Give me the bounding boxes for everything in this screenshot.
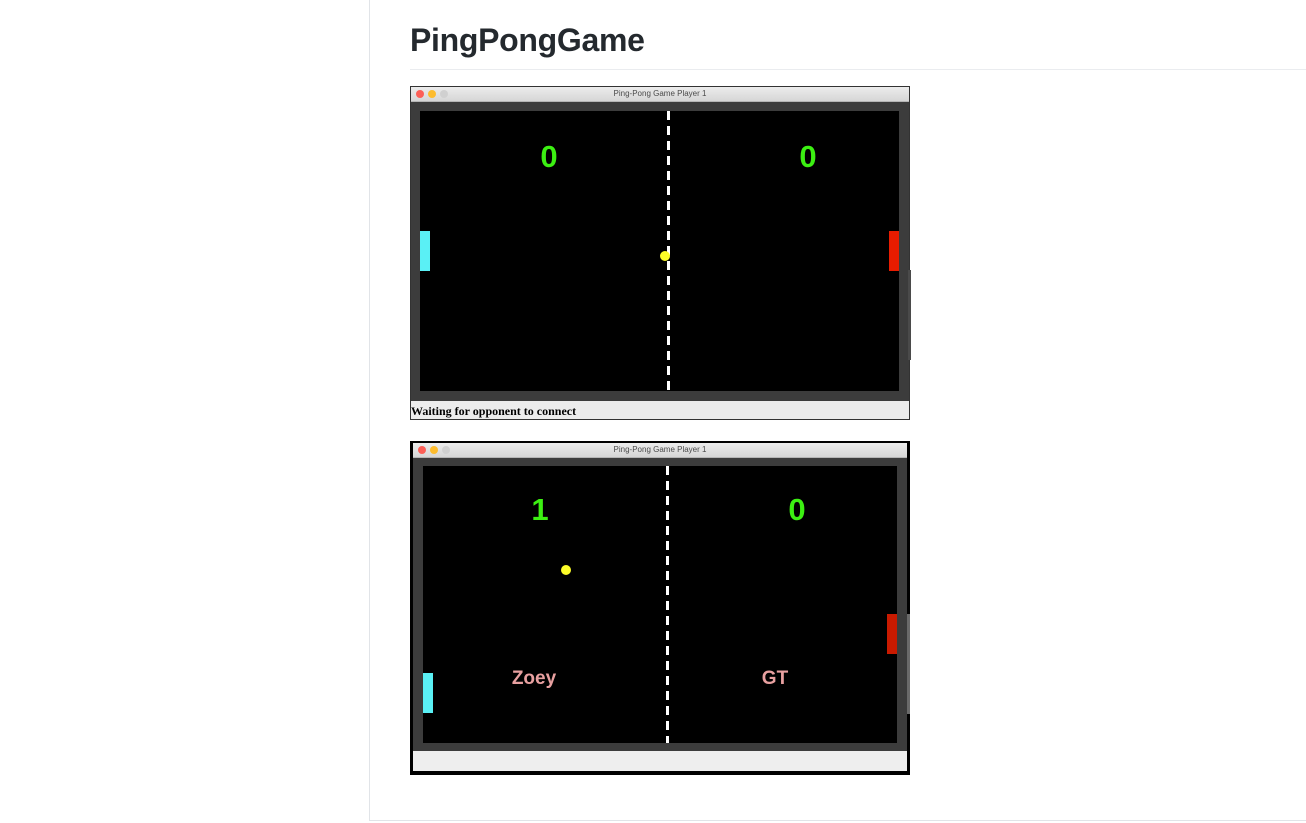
edge-artifact (907, 614, 910, 714)
score-left: 0 (540, 139, 558, 174)
score-right: 0 (788, 492, 806, 527)
court-frame: 0 0 (411, 102, 909, 401)
ball (660, 251, 670, 261)
game-window-screenshot-2: Ping-Pong Game Player 1 1 0 Zoey GT (410, 441, 910, 775)
window-titlebar: Ping-Pong Game Player 1 (413, 443, 907, 458)
page-title: PingPongGame (410, 22, 645, 58)
center-net (666, 466, 669, 743)
left-paddle (420, 231, 430, 271)
player-name-left: Zoey (511, 668, 557, 689)
game-court: 1 0 Zoey GT (423, 466, 897, 743)
status-text: Waiting for opponent to connect (411, 404, 577, 418)
court-frame: 1 0 Zoey GT (413, 458, 907, 751)
score-right: 0 (799, 139, 817, 174)
right-paddle (889, 231, 899, 271)
game-window-screenshot-1: Ping-Pong Game Player 1 0 0 Waiting for … (410, 86, 910, 420)
left-paddle (423, 673, 433, 713)
window-title: Ping-Pong Game Player 1 (613, 89, 707, 98)
window-title: Ping-Pong Game Player 1 (613, 445, 707, 454)
ball (561, 565, 571, 575)
player-name-right: GT (761, 668, 789, 689)
score-left: 1 (531, 492, 549, 527)
status-bar: Waiting for opponent to connect (411, 401, 909, 419)
title-divider (410, 69, 1306, 70)
window-titlebar: Ping-Pong Game Player 1 (411, 87, 909, 102)
right-paddle (887, 614, 897, 654)
edge-artifact (908, 270, 911, 360)
status-bar (413, 751, 907, 771)
game-court: 0 0 (420, 111, 899, 391)
